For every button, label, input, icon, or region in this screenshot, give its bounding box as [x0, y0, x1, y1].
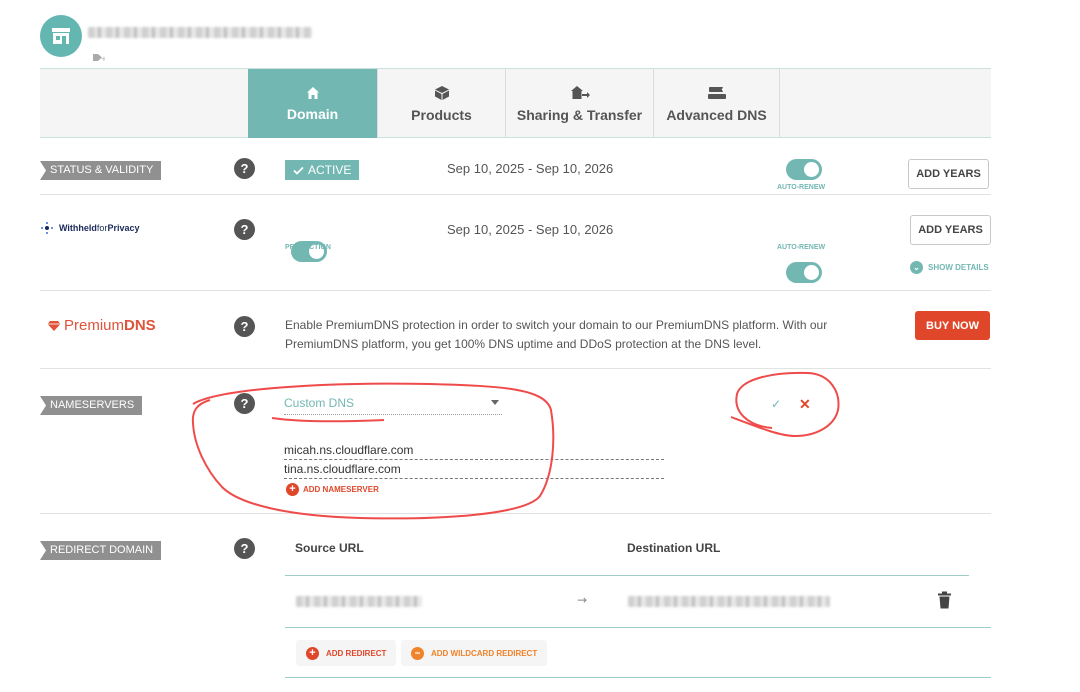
infinity-icon: ∞ — [411, 646, 424, 660]
nameserver-1-input[interactable]: micah.ns.cloudflare.com — [284, 440, 664, 460]
svg-text:+: + — [101, 55, 105, 62]
status-badge: ACTIVE — [285, 160, 360, 180]
privacy-autorenew-caption: AUTO-RENEW — [777, 244, 826, 251]
show-details-text: SHOW DETAILS — [928, 263, 989, 272]
nameservers-help-icon[interactable]: ? — [234, 393, 255, 414]
destination-url-header: Destination URL — [627, 541, 721, 555]
divider — [40, 368, 991, 369]
withheldforprivacy-logo: WithheldforPrivacy — [40, 222, 139, 234]
protection-caption: PROTECTION — [285, 244, 331, 251]
destination-url-redacted[interactable] — [628, 596, 830, 607]
add-nameserver-text: ADD NAMESERVER — [303, 485, 379, 494]
divider — [40, 194, 991, 195]
add-wildcard-redirect-button[interactable]: ∞ ADD WILDCARD REDIRECT — [401, 640, 548, 666]
tab-bar: Domain Products Sharing & Transfer Advan… — [40, 69, 991, 138]
dns-type-value: Custom DNS — [284, 395, 355, 410]
premiumdns-logo: PremiumDNS — [47, 317, 156, 334]
annotation-underline — [271, 417, 385, 423]
autorenew-caption: AUTO-RENEW — [777, 184, 826, 191]
premium-light: Premium — [64, 317, 125, 334]
cancel-x-icon[interactable]: ✕ — [799, 396, 811, 413]
status-help-icon[interactable]: ? — [234, 158, 255, 179]
tab-sharing-label: Sharing & Transfer — [516, 106, 643, 123]
tag-add-icon[interactable]: + — [93, 53, 107, 65]
plus-circle-icon: + — [306, 646, 319, 660]
domain-name-redacted — [88, 27, 312, 38]
redirect-domain-label: REDIRECT DOMAIN — [40, 541, 162, 560]
divider — [40, 513, 991, 514]
status-dates: Sep 10, 2025 - Sep 10, 2026 — [447, 161, 614, 176]
premium-description: Enable PremiumDNS protection in order to… — [285, 318, 828, 351]
chevron-down-icon: ⌄ — [910, 261, 923, 274]
privacy-help-icon[interactable]: ? — [234, 219, 255, 240]
box-icon — [434, 85, 449, 100]
store-avatar-icon — [40, 15, 82, 57]
server-icon — [707, 86, 726, 99]
table-header-border — [285, 575, 969, 576]
dns-type-select[interactable]: Custom DNS — [284, 391, 502, 415]
whfp-light: for — [96, 223, 108, 233]
privacy-add-years-button[interactable]: ADD YEARS — [910, 215, 991, 245]
tab-advanced-dns-label: Advanced DNS — [666, 106, 767, 123]
status-validity-label: STATUS & VALIDITY — [40, 161, 162, 180]
nameservers-label: NAMESERVERS — [40, 396, 143, 415]
table-bottom-border — [285, 677, 991, 678]
caret-down-icon — [491, 400, 499, 405]
privacy-dates: Sep 10, 2025 - Sep 10, 2026 — [447, 222, 614, 237]
buy-now-button[interactable]: BUY NOW — [915, 311, 990, 340]
tab-domain-label: Domain — [286, 105, 339, 122]
premium-help-icon[interactable]: ? — [234, 316, 255, 337]
nameserver-2-input[interactable]: tina.ns.cloudflare.com — [284, 459, 664, 479]
whfp-end: Privacy — [107, 223, 140, 233]
add-redirect-text: ADD REDIRECT — [326, 648, 387, 658]
add-redirect-button[interactable]: + ADD REDIRECT — [296, 640, 397, 666]
privacy-dots-icon — [41, 222, 53, 234]
source-url-header: Source URL — [295, 541, 364, 555]
house-arrow-icon — [570, 85, 590, 99]
privacy-autorenew-toggle[interactable] — [786, 262, 822, 283]
row-border — [285, 627, 991, 628]
home-icon — [306, 86, 319, 99]
trash-icon[interactable] — [937, 591, 952, 613]
add-nameserver-link[interactable]: + ADD NAMESERVER — [286, 483, 379, 496]
plus-circle-icon: + — [286, 483, 299, 496]
show-details-link[interactable]: ⌄ SHOW DETAILS — [910, 261, 989, 274]
redirect-help-icon[interactable]: ? — [234, 538, 255, 559]
divider — [40, 290, 991, 291]
confirm-check-icon[interactable]: ✓ — [771, 397, 781, 411]
whfp-bold: Withheld — [59, 223, 97, 233]
autorenew-toggle[interactable] — [786, 159, 822, 180]
check-icon — [293, 166, 304, 175]
status-badge-text: ACTIVE — [308, 163, 352, 177]
tab-sharing-transfer[interactable]: Sharing & Transfer — [505, 69, 653, 138]
redirect-arrow-icon: → — [577, 593, 588, 607]
tab-products[interactable]: Products — [377, 69, 505, 138]
tab-advanced-dns[interactable]: Advanced DNS — [653, 69, 780, 138]
add-years-button[interactable]: ADD YEARS — [908, 159, 989, 189]
tab-products-label: Products — [411, 106, 472, 123]
premium-bold: DNS — [124, 317, 156, 334]
tab-domain[interactable]: Domain — [248, 69, 377, 138]
diamond-icon — [47, 320, 61, 331]
source-url-redacted[interactable] — [296, 596, 422, 607]
annotation-circle-confirm — [730, 371, 840, 438]
add-wildcard-text: ADD WILDCARD REDIRECT — [431, 648, 538, 658]
